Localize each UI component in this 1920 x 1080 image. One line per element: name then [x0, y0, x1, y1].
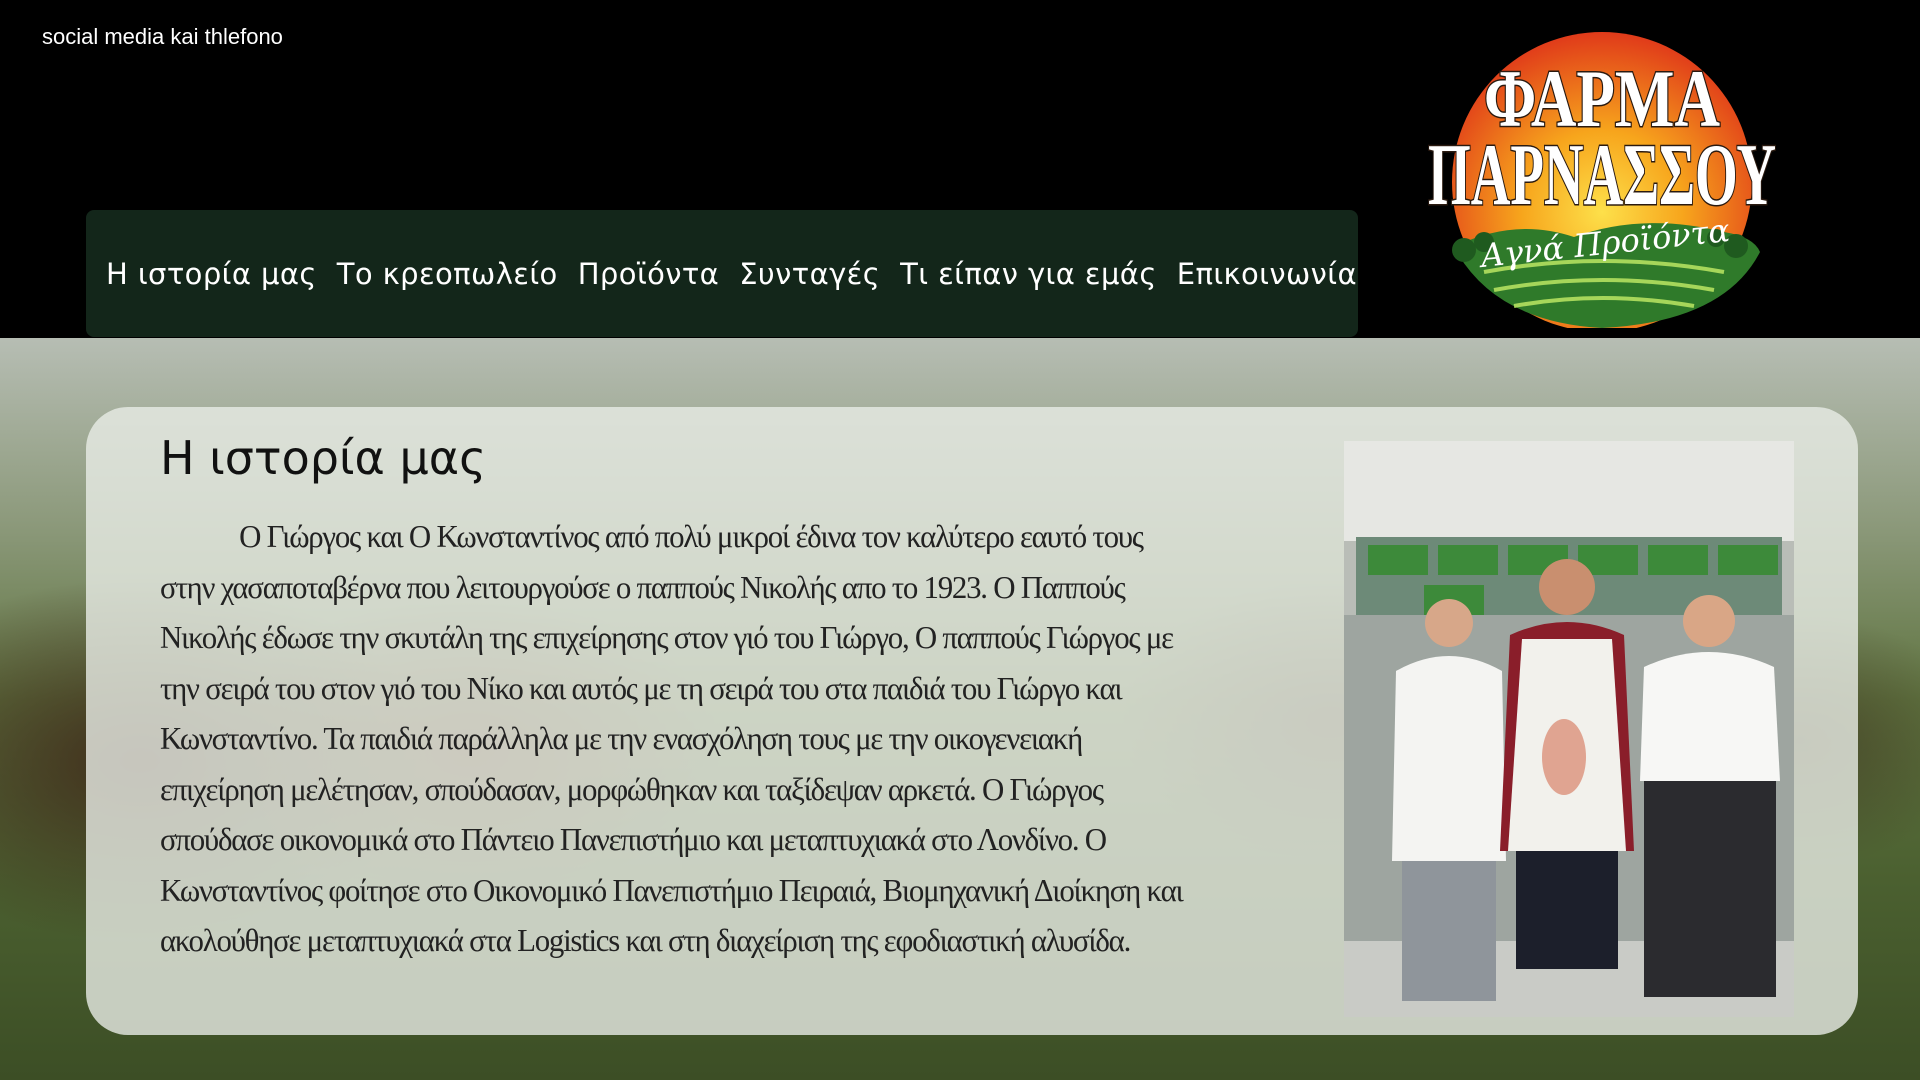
farm-logo[interactable]: ΦΑΡΜΑ ΠΑΡΝΑΣΣΟΥ Αγνά Προϊόντα	[1424, 22, 1780, 328]
page-title: Η ιστορία μας	[160, 431, 487, 485]
nav-item-contact[interactable]: Επικοινωνία	[1177, 257, 1357, 291]
family-photo	[1344, 441, 1794, 1017]
nav-item-history[interactable]: Η ιστορία μας	[106, 257, 317, 291]
nav-item-recipes[interactable]: Συνταγές	[739, 257, 880, 291]
nav-item-testimonials[interactable]: Τι είπαν για εμάς	[900, 257, 1157, 291]
nav-item-butcher-shop[interactable]: Το κρεοπωλείο	[337, 257, 558, 291]
nav-item-products[interactable]: Προϊόντα	[578, 257, 720, 291]
history-panel: Η ιστορία μας Ο Γιώργος και Ο Κωνσταντίν…	[86, 407, 1858, 1035]
social-media-text: social media kai thlefono	[42, 24, 283, 49]
main-nav: Η ιστορία μας Το κρεοπωλείο Προϊόντα Συν…	[86, 210, 1358, 337]
logo-line2: ΠΑΡΝΑΣΣΟΥ	[1428, 127, 1776, 224]
history-story-text: Ο Γιώργος και Ο Κωνσταντίνος από πολύ μι…	[160, 518, 1184, 958]
